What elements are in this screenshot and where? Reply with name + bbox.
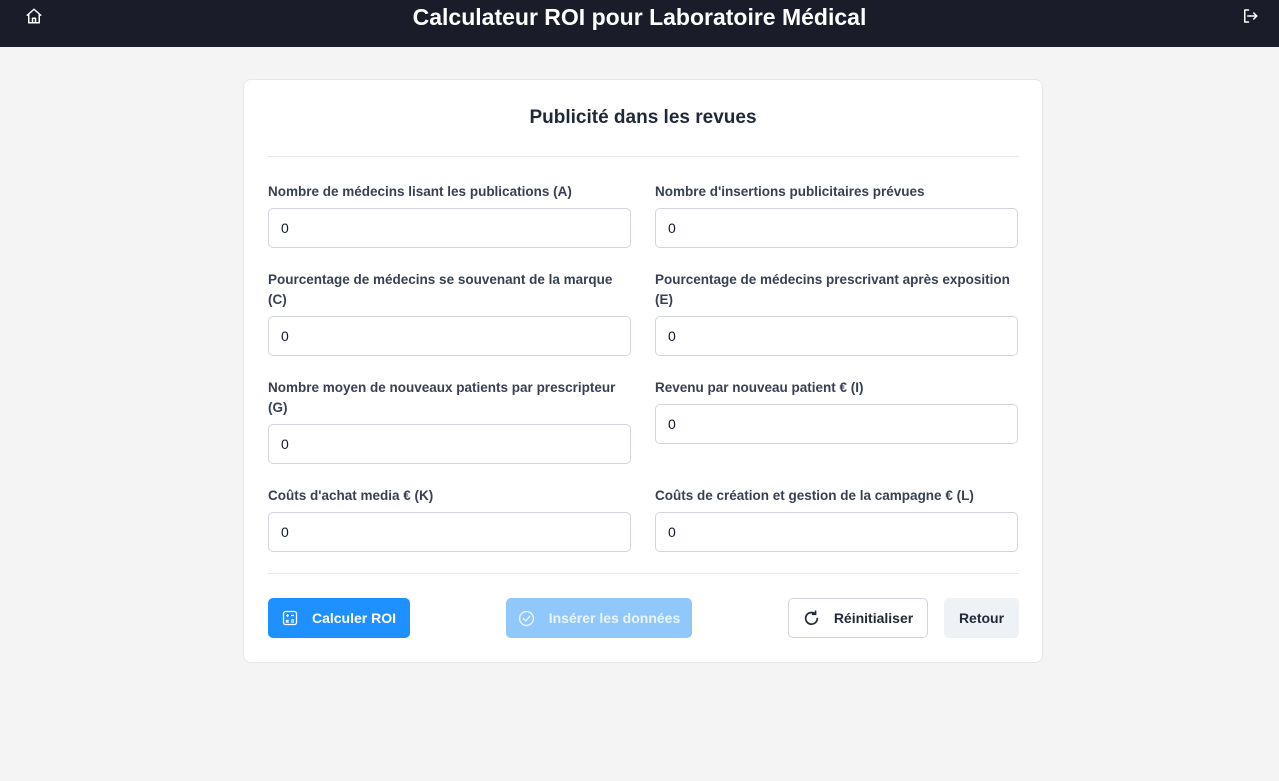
app-title: Calculateur ROI pour Laboratoire Médical: [412, 4, 867, 30]
field-prescribing-after-exposure: Pourcentage de médecins prescrivant aprè…: [655, 270, 1018, 356]
field-new-patients: Nombre moyen de nouveaux patients par pr…: [268, 378, 631, 464]
insert-data-label: Insérer les données: [548, 610, 681, 626]
back-button[interactable]: Retour: [944, 598, 1019, 638]
field-label: Coûts d'achat media € (K): [268, 488, 434, 503]
brand-recall-input[interactable]: [268, 316, 631, 356]
field-revenue-per-patient: Revenu par nouveau patient € (I): [655, 378, 1018, 444]
doctors-reading-input[interactable]: [268, 208, 631, 248]
field-ad-insertions: Nombre d'insertions publicitaires prévue…: [655, 182, 1018, 248]
check-circle-icon: [518, 610, 535, 627]
calculate-roi-button[interactable]: Calculer ROI: [268, 598, 410, 638]
insert-data-button[interactable]: Insérer les données: [506, 598, 692, 638]
top-bar: Calculateur ROI pour Laboratoire Médical: [0, 0, 1279, 47]
field-label: Nombre moyen de nouveaux patients par pr…: [268, 380, 616, 415]
reset-button[interactable]: Réinitialiser: [788, 598, 928, 638]
field-label: Revenu par nouveau patient € (I): [655, 380, 864, 395]
calculate-roi-label: Calculer ROI: [311, 610, 397, 626]
refresh-icon: [803, 609, 820, 627]
field-doctors-reading: Nombre de médecins lisant les publicatio…: [268, 182, 631, 248]
ad-insertions-input[interactable]: [655, 208, 1018, 248]
divider: [268, 156, 1019, 157]
prescribing-after-exposure-input[interactable]: [655, 316, 1018, 356]
logout-icon[interactable]: [1238, 4, 1262, 28]
roi-form-card: Publicité dans les revues Nombre de méde…: [243, 79, 1043, 663]
field-label: Pourcentage de médecins prescrivant aprè…: [655, 272, 1010, 307]
field-brand-recall: Pourcentage de médecins se souvenant de …: [268, 270, 631, 356]
campaign-costs-input[interactable]: [655, 512, 1018, 552]
field-media-costs: Coûts d'achat media € (K): [268, 486, 631, 552]
media-costs-input[interactable]: [268, 512, 631, 552]
field-label: Nombre de médecins lisant les publicatio…: [268, 184, 572, 199]
field-label: Coûts de création et gestion de la campa…: [655, 488, 974, 503]
field-label: Nombre d'insertions publicitaires prévue…: [655, 184, 925, 199]
calculator-icon: [282, 610, 298, 626]
new-patients-input[interactable]: [268, 424, 631, 464]
divider: [268, 573, 1019, 574]
field-label: Pourcentage de médecins se souvenant de …: [268, 272, 613, 307]
back-label: Retour: [958, 610, 1005, 626]
form-title: Publicité dans les revues: [529, 107, 757, 128]
field-campaign-costs: Coûts de création et gestion de la campa…: [655, 486, 1018, 552]
revenue-per-patient-input[interactable]: [655, 404, 1018, 444]
reset-label: Réinitialiser: [833, 610, 914, 626]
